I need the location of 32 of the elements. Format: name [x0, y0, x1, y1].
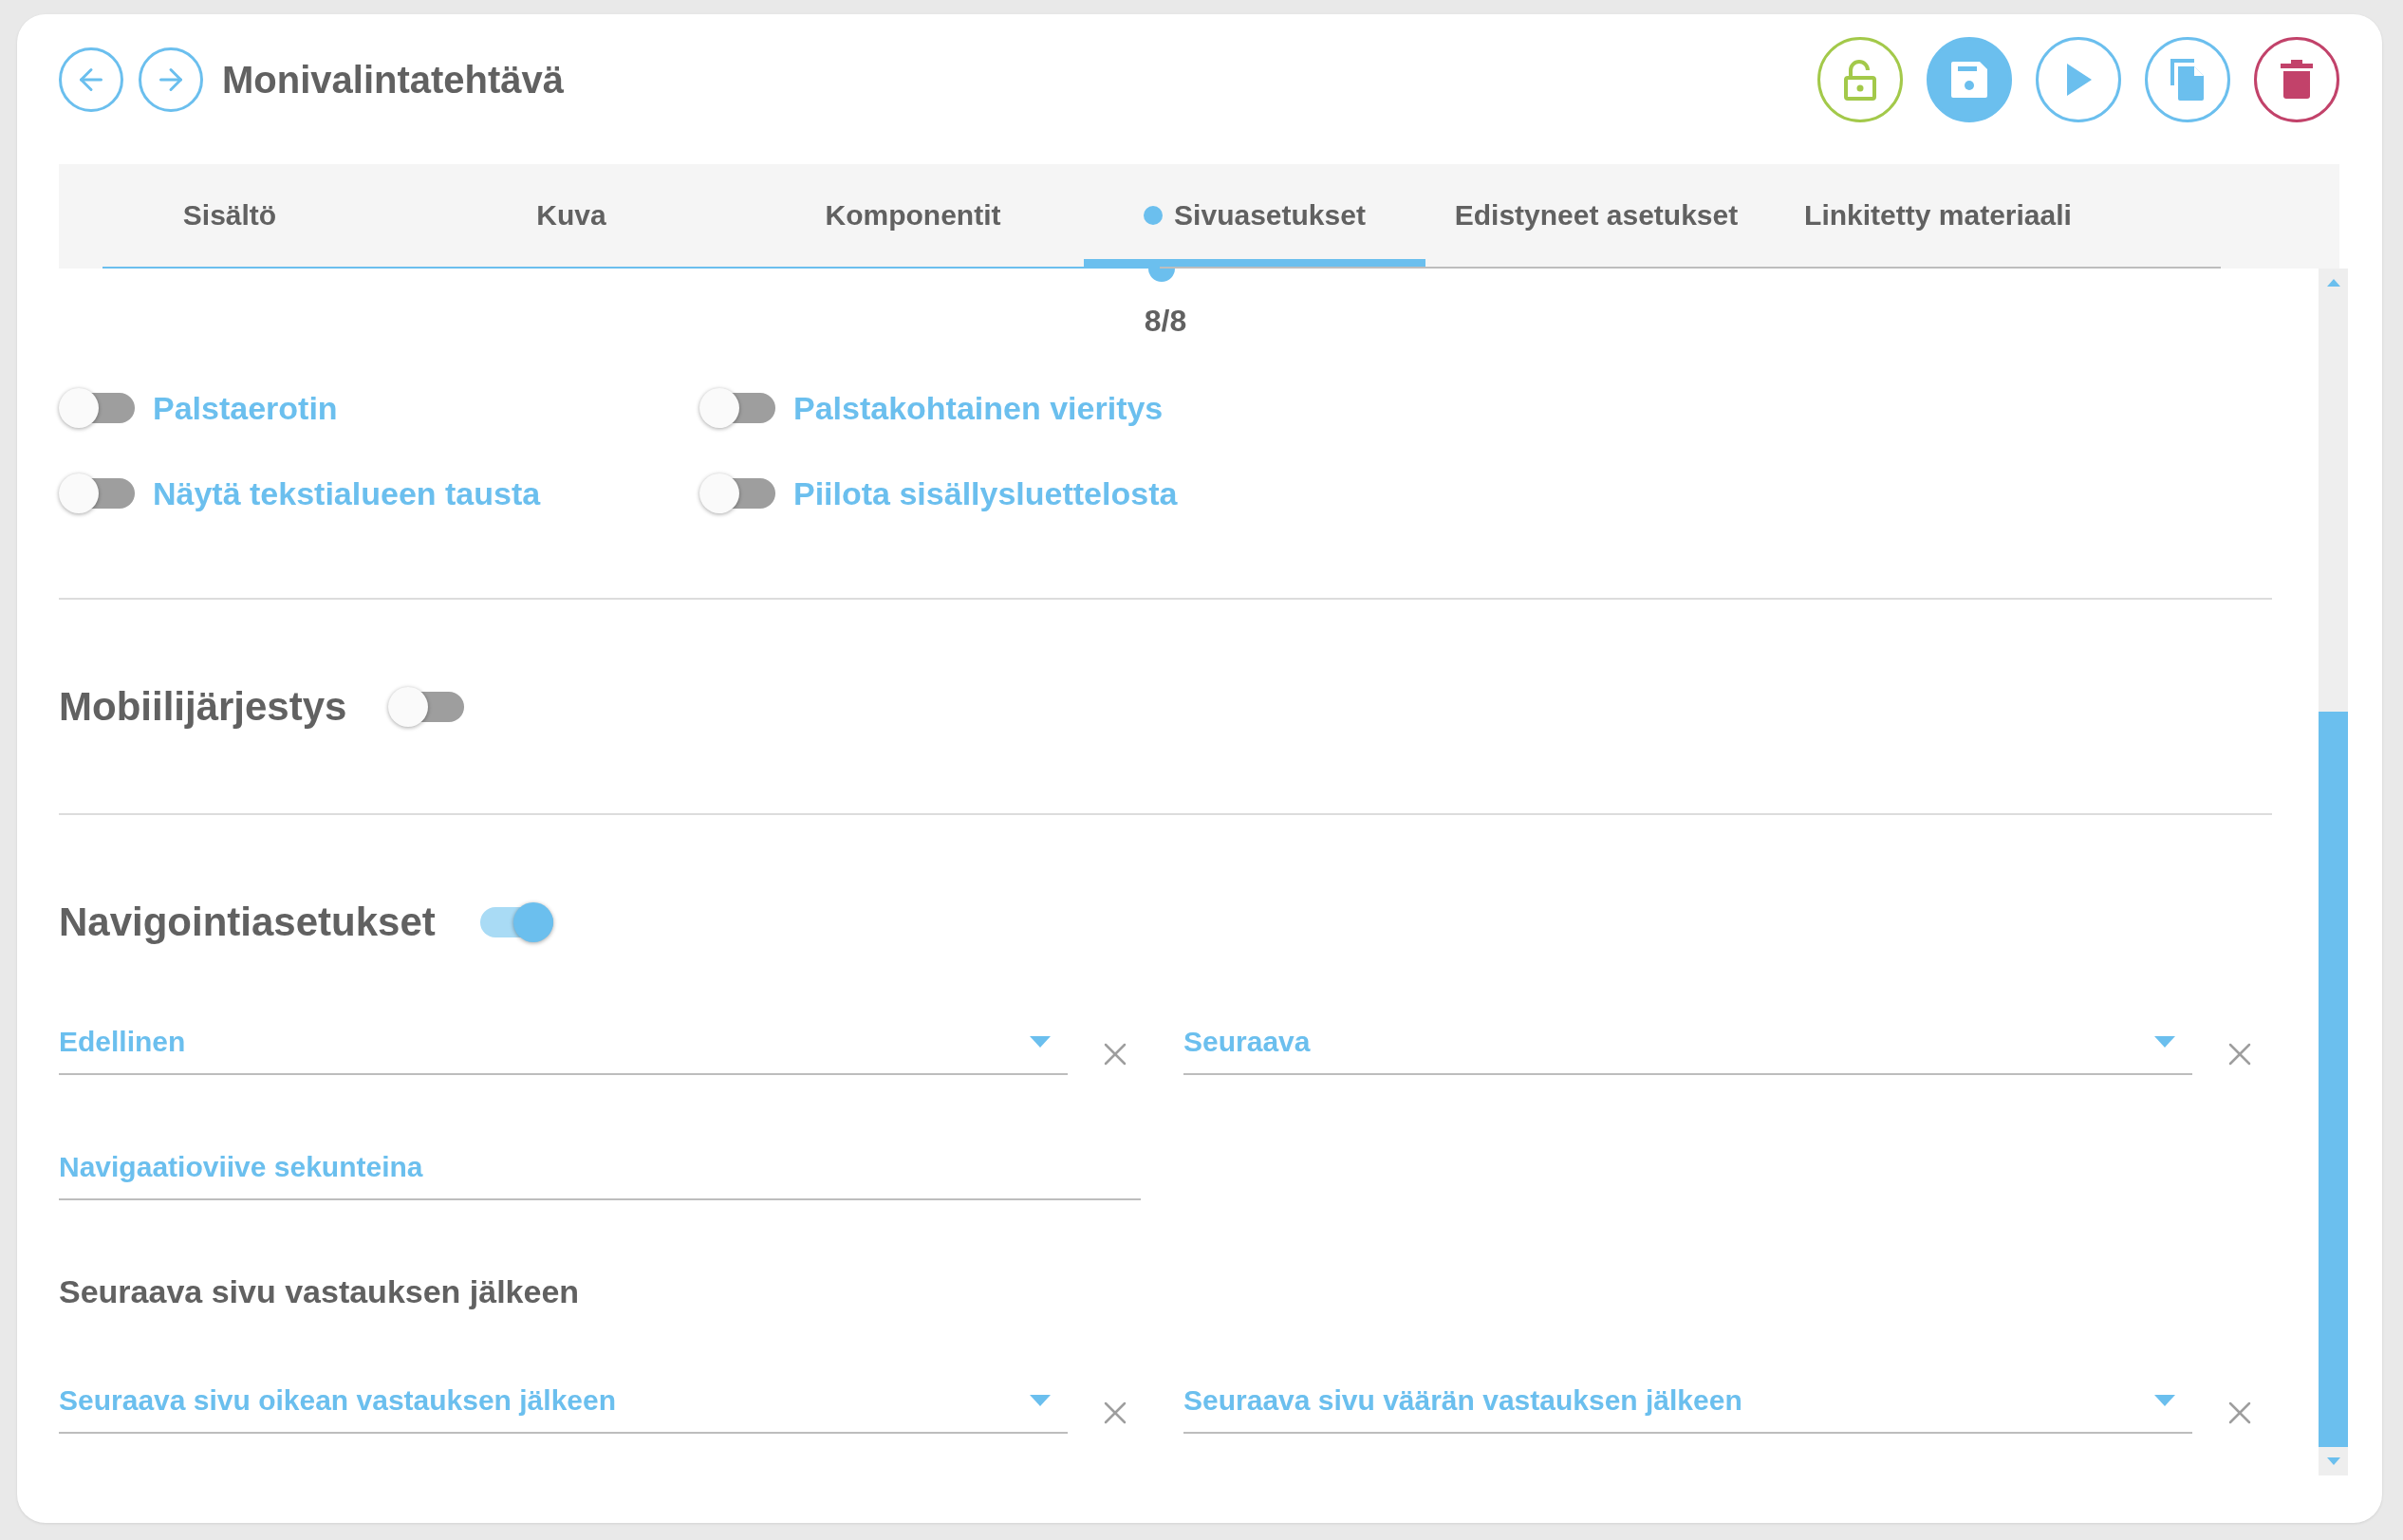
tab[interactable]: Sivuasetukset [1084, 164, 1425, 267]
caret-icon [1030, 1395, 1051, 1406]
page-title: Monivalintatehtävä [222, 58, 565, 102]
toggle-label: Piilota sisällysluettelosta [793, 474, 1178, 512]
tab[interactable]: Edistyneet asetukset [1425, 164, 1767, 267]
save-icon [1948, 59, 1990, 101]
page-counter: 8/8 [1144, 304, 1187, 338]
trash-icon [2281, 60, 2313, 100]
caret-icon [2154, 1395, 2175, 1406]
section-title: Mobiilijärjestys [59, 684, 347, 730]
toggle-label: Palstaerotin [153, 389, 338, 427]
open-padlock-icon [1843, 59, 1877, 101]
toggle-switch[interactable] [59, 388, 135, 428]
toggle-label: Palstakohtainen vieritys [793, 389, 1164, 427]
toggle-label: Näytä tekstialueen tausta [153, 474, 541, 512]
toggle-switch[interactable] [59, 473, 135, 513]
input-field[interactable]: Navigaatioviive sekunteina [59, 1147, 1141, 1200]
section-title: Navigointiasetukset [59, 900, 436, 945]
tab[interactable]: Kuva [400, 164, 742, 267]
subheading: Seuraava sivu vastauksen jälkeen [59, 1272, 581, 1310]
tab[interactable]: Komponentit [742, 164, 1084, 267]
tab[interactable]: Linkitetty materiaali [1767, 164, 2109, 267]
toggle-switch[interactable] [388, 687, 465, 727]
scroll-down-icon[interactable] [2326, 1457, 2340, 1465]
toggle-switch[interactable] [699, 388, 775, 428]
slider-thumb[interactable] [1148, 269, 1175, 282]
tab[interactable]: Sisältö [59, 164, 400, 267]
toggle-switch[interactable] [699, 473, 775, 513]
scrollbar[interactable] [2319, 269, 2348, 1475]
caret-icon [1030, 1036, 1051, 1048]
caret-icon [2154, 1036, 2175, 1048]
scroll-up-icon[interactable] [2326, 279, 2340, 287]
